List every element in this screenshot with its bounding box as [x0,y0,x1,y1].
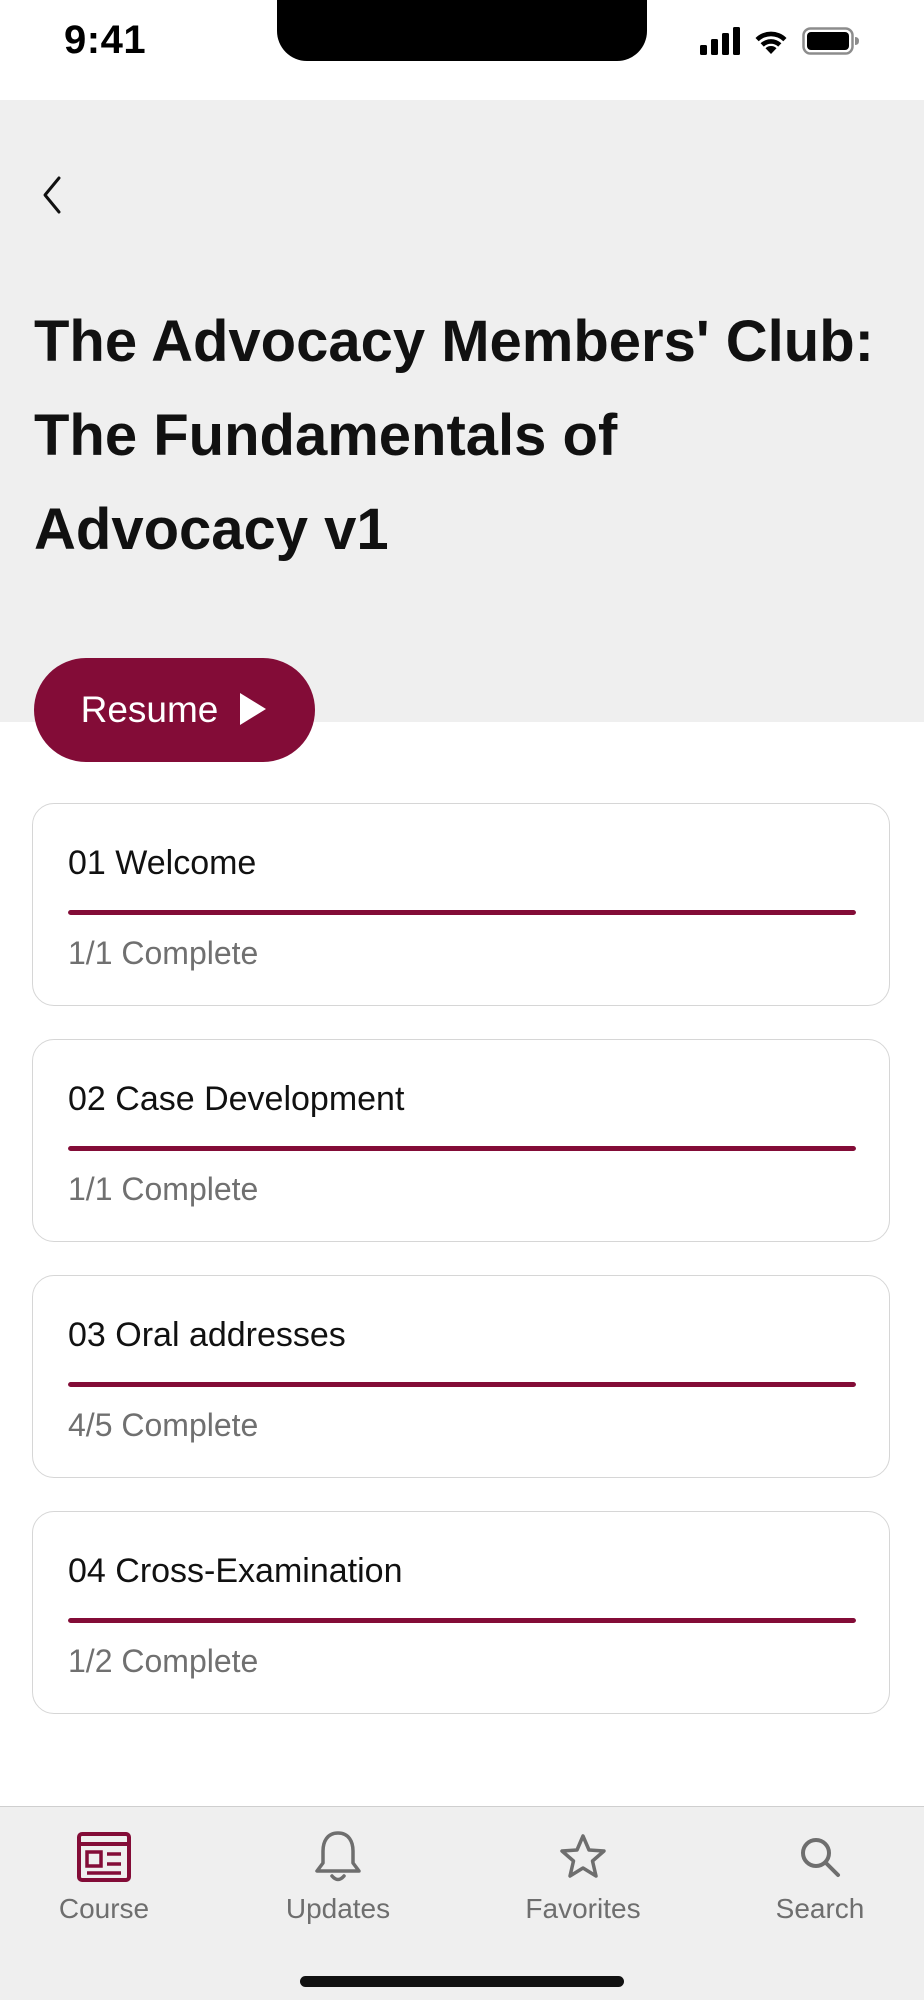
play-icon [238,691,268,730]
chevron-left-icon [40,175,64,220]
tab-label: Search [775,1893,865,1924]
device-notch [277,0,647,61]
module-progress-bar [68,910,856,915]
module-title: 03 Oral addresses [68,1316,346,1354]
module-title: 02 Case Development [68,1080,405,1118]
module-status: 1/1 Complete [68,935,259,971]
resume-button[interactable]: Resume [34,658,315,762]
module-title: 04 Cross-Examination [68,1552,403,1590]
tab-label: Updates [285,1893,391,1924]
module-progress-fill [68,1382,856,1387]
tab-bar: Course Updates Favorites Search [0,1806,924,2000]
module-status: 1/2 Complete [68,1643,259,1679]
home-indicator [300,1976,624,1987]
status-time: 9:41 [64,18,147,62]
course-icon [74,1827,134,1887]
bell-icon [308,1827,368,1887]
status-bar: 9:41 [0,0,924,100]
module-card[interactable]: 02 Case Development 1/1 Complete [32,1039,890,1242]
page-title: The Advocacy Members' Club: The Fundamen… [34,309,874,562]
module-progress-fill [68,1146,856,1151]
course-screen: 9:41 The Advocacy Members' Club: The Fun… [0,0,924,2000]
module-status: 1/1 Complete [68,1171,259,1207]
status-icons [700,26,860,60]
back-button[interactable] [30,170,74,224]
wifi-icon [752,27,790,60]
resume-label: Resume [80,689,219,730]
module-list: 01 Welcome 1/1 Complete 02 Case Developm… [32,803,892,1747]
module-status: 4/5 Complete [68,1407,259,1443]
tab-course[interactable]: Course [14,1827,194,1937]
module-progress-bar [68,1146,856,1151]
search-icon [790,1827,850,1887]
module-card[interactable]: 04 Cross-Examination 1/2 Complete [32,1511,890,1714]
module-card[interactable]: 03 Oral addresses 4/5 Complete [32,1275,890,1478]
module-progress-fill [68,1618,856,1623]
module-progress-bar [68,1618,856,1623]
cellular-signal-icon [700,26,740,60]
tab-search[interactable]: Search [730,1827,910,1937]
battery-icon [802,26,860,60]
module-card[interactable]: 01 Welcome 1/1 Complete [32,803,890,1006]
tab-label: Favorites [525,1893,641,1924]
module-title: 01 Welcome [68,844,257,882]
tab-favorites[interactable]: Favorites [493,1827,673,1937]
tab-label: Course [58,1893,150,1924]
tab-updates[interactable]: Updates [248,1827,428,1937]
module-progress-bar [68,1382,856,1387]
module-progress-fill [68,910,856,915]
star-icon [553,1827,613,1887]
